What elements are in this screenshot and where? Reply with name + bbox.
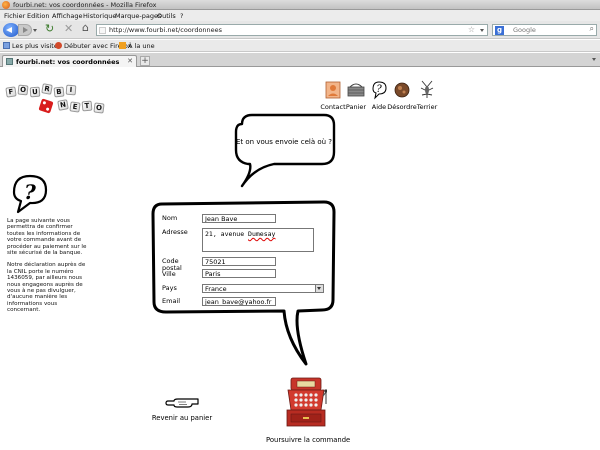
stop-icon[interactable]: ✕: [64, 22, 73, 35]
spellcheck-word: Dumesay: [248, 230, 276, 238]
url-bar[interactable]: ☆: [96, 24, 488, 36]
menu-fichier[interactable]: Fichier: [4, 12, 25, 20]
burrow-icon: [420, 80, 434, 98]
sidebar-info: La page suivante vous permettra de confi…: [7, 218, 91, 314]
url-dropdown-icon[interactable]: [480, 29, 484, 32]
search-icon[interactable]: ⌕: [590, 24, 594, 34]
tab-close-icon[interactable]: ✕: [127, 57, 133, 65]
bookmark-star-icon[interactable]: ☆: [468, 25, 475, 34]
menu-outils[interactable]: Outils: [157, 12, 176, 20]
history-dropdown-icon[interactable]: [33, 29, 37, 32]
cash-register-icon: [286, 377, 328, 427]
bookmark-firefox-icon: [55, 42, 62, 49]
logo-tile: U: [29, 86, 41, 98]
label-nom: Nom: [162, 214, 178, 222]
rss-feed-icon: [119, 42, 126, 49]
new-tab-button[interactable]: +: [140, 56, 150, 66]
url-input[interactable]: [109, 25, 449, 35]
label-pays: Pays: [162, 284, 177, 292]
forward-button[interactable]: [18, 24, 32, 36]
logo-tile: O: [17, 84, 29, 96]
home-icon[interactable]: ⌂: [82, 21, 89, 34]
menu-edition[interactable]: Edition: [27, 12, 50, 20]
google-engine-icon[interactable]: g: [495, 26, 504, 35]
bookmarks-toolbar: Les plus visités Débuter avec Firefox À …: [0, 40, 600, 52]
select-arrow-icon[interactable]: [315, 285, 323, 292]
back-to-cart-link[interactable]: Revenir au panier: [150, 393, 214, 422]
svg-text:?: ?: [376, 84, 382, 95]
label-ville: Ville: [162, 270, 176, 278]
label-email: Email: [162, 297, 181, 305]
code-postal-input[interactable]: [202, 257, 276, 266]
bookmark-most-visited[interactable]: Les plus visités: [3, 42, 61, 50]
basket-icon: [347, 83, 365, 97]
window-titlebar: fourbi.net: vos coordonnées - Mozilla Fi…: [0, 0, 600, 10]
reload-icon[interactable]: ↻: [45, 22, 54, 35]
tab-favicon: [6, 58, 13, 65]
sidebar-paragraph-cnil: Notre déclaration auprès de la CNIL port…: [7, 262, 86, 314]
menu-historique[interactable]: Historique: [83, 12, 116, 20]
site-logo[interactable]: F O U R B I N E T O: [4, 82, 112, 120]
contact-icon: [325, 81, 341, 99]
svg-text:?: ?: [24, 180, 36, 204]
label-adresse: Adresse: [162, 228, 188, 236]
logo-tile: O: [93, 102, 105, 114]
logo-tile: E: [69, 101, 81, 113]
window-title: fourbi.net: vos coordonnées - Mozilla Fi…: [13, 1, 157, 9]
pays-select[interactable]: France: [202, 284, 324, 293]
logo-tile: T: [81, 100, 93, 112]
back-button[interactable]: [3, 23, 19, 37]
logo-tile: B: [53, 86, 65, 98]
search-box[interactable]: g ⌕: [492, 24, 597, 36]
list-all-tabs-icon[interactable]: [592, 58, 596, 61]
red-dice-icon: [38, 98, 54, 114]
nav-terrier[interactable]: Terrier: [412, 80, 442, 111]
navigation-toolbar: ↻ ✕ ⌂ ☆ g ⌕: [0, 21, 600, 39]
bookmark-headlines[interactable]: À la une: [119, 42, 155, 50]
menu-bar: Fichier Edition Affichage Historique Mar…: [0, 10, 600, 21]
email-input[interactable]: [202, 297, 276, 306]
tab-coordonnees[interactable]: fourbi.net: vos coordonnées ✕: [2, 55, 137, 67]
firefox-icon: [2, 1, 10, 9]
pointing-hand-icon: [165, 398, 199, 408]
tab-strip: fourbi.net: vos coordonnées ✕ +: [0, 53, 600, 67]
adresse-textarea[interactable]: 21, avenue Dumesay: [202, 228, 314, 252]
menu-marque-pages[interactable]: Marque-pages: [115, 12, 161, 20]
site-identity-icon[interactable]: [99, 27, 106, 34]
help-bubble-icon: ?: [12, 174, 48, 214]
bookmark-folder-icon: [3, 42, 10, 49]
menu-help[interactable]: ?: [180, 12, 183, 20]
help-icon: ?: [372, 81, 387, 100]
speech-bubble-question: [234, 113, 336, 188]
logo-tile: N: [57, 99, 69, 111]
bubble-question-text: Et on vous envoie celà où ?: [236, 138, 332, 146]
sidebar-paragraph-payment: La page suivante vous permettra de confi…: [7, 218, 87, 257]
disorder-icon: [394, 82, 410, 98]
logo-tile: R: [41, 83, 53, 95]
continue-order-link[interactable]: Poursuivre la commande: [266, 376, 350, 444]
logo-tile: I: [65, 84, 77, 96]
speech-bubble-form: [151, 200, 336, 366]
tab-label: fourbi.net: vos coordonnées: [16, 58, 120, 66]
ville-input[interactable]: [202, 269, 276, 278]
menu-affichage[interactable]: Affichage: [52, 12, 83, 20]
nom-input[interactable]: [202, 214, 276, 223]
search-input[interactable]: [513, 25, 588, 35]
logo-tile: F: [5, 86, 17, 98]
